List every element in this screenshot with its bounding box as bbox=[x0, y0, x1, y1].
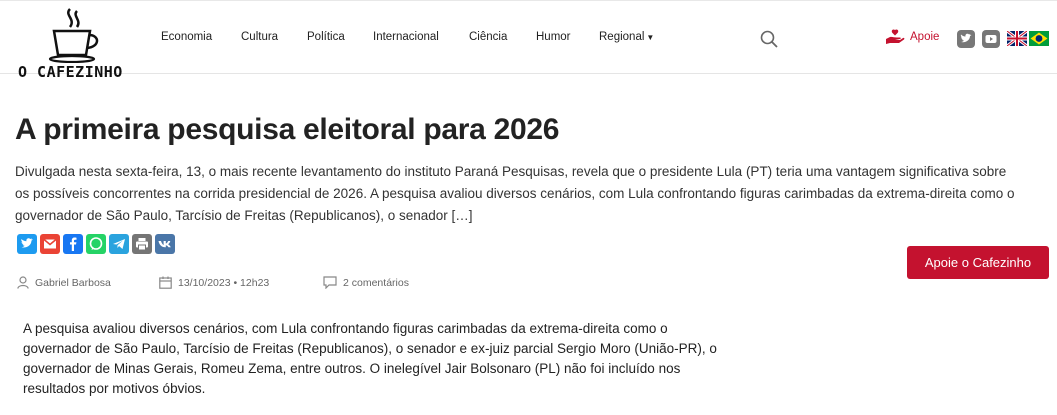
vk-share-icon[interactable] bbox=[155, 234, 175, 254]
uk-flag-icon[interactable] bbox=[1007, 31, 1027, 46]
logo-text: O CAFEZINHO bbox=[18, 63, 123, 81]
comments-meta[interactable]: 2 comentários bbox=[323, 276, 409, 289]
nav-politica[interactable]: Política bbox=[307, 31, 345, 43]
facebook-share-icon[interactable] bbox=[63, 234, 83, 254]
nav-economia[interactable]: Economia bbox=[161, 31, 212, 43]
nav-regional[interactable]: Regional ▼ bbox=[599, 31, 654, 43]
coffee-cup-icon bbox=[48, 8, 99, 63]
site-header: O CAFEZINHO Economia Cultura Política In… bbox=[0, 1, 1057, 81]
twitter-icon[interactable] bbox=[957, 30, 975, 48]
site-logo[interactable]: O CAFEZINHO bbox=[18, 3, 124, 81]
print-share-icon[interactable] bbox=[132, 234, 152, 254]
telegram-share-icon[interactable] bbox=[109, 234, 129, 254]
publish-date: 13/10/2023 • 12h23 bbox=[178, 276, 270, 289]
gmail-share-icon[interactable] bbox=[40, 234, 60, 254]
nav-ciencia[interactable]: Ciência bbox=[469, 31, 507, 43]
nav-internacional[interactable]: Internacional bbox=[373, 31, 439, 43]
comments-count[interactable]: 2 comentários bbox=[343, 277, 409, 289]
apoie-cafezinho-button[interactable]: Apoie o Cafezinho bbox=[907, 246, 1049, 279]
article-excerpt: Divulgada nesta sexta-feira, 13, o mais … bbox=[15, 164, 1015, 223]
apoie-label: Apoie bbox=[910, 31, 940, 43]
user-icon bbox=[17, 276, 29, 289]
brazil-flag-icon[interactable] bbox=[1029, 31, 1049, 46]
youtube-icon[interactable] bbox=[982, 30, 1000, 48]
nav-cultura[interactable]: Cultura bbox=[241, 31, 278, 43]
apoie-link[interactable]: Apoie bbox=[885, 29, 939, 45]
caret-down-icon: ▼ bbox=[646, 33, 655, 42]
comment-icon bbox=[323, 276, 337, 289]
share-bar bbox=[17, 234, 175, 254]
twitter-share-icon[interactable] bbox=[17, 234, 37, 254]
article-body-paragraph: A pesquisa avaliou diversos cenários, co… bbox=[23, 321, 717, 396]
author-meta[interactable]: Gabriel Barbosa bbox=[17, 276, 111, 289]
author-name[interactable]: Gabriel Barbosa bbox=[35, 277, 111, 289]
calendar-icon bbox=[159, 276, 172, 289]
whatsapp-share-icon[interactable] bbox=[86, 234, 106, 254]
donate-hand-icon bbox=[886, 29, 905, 44]
nav-regional-label: Regional bbox=[599, 31, 645, 43]
search-icon[interactable] bbox=[760, 30, 778, 48]
nav-humor[interactable]: Humor bbox=[536, 31, 571, 43]
date-meta: 13/10/2023 • 12h23 bbox=[159, 276, 269, 289]
article-title: A primeira pesquisa eleitoral para 2026 bbox=[15, 113, 560, 146]
